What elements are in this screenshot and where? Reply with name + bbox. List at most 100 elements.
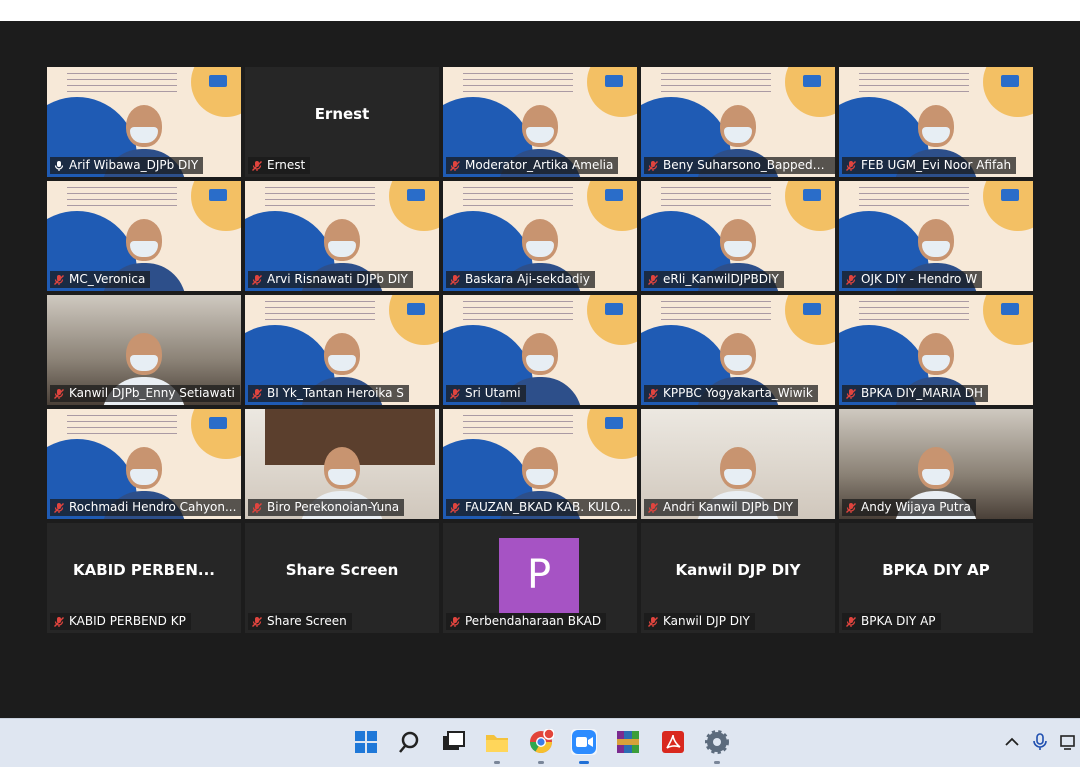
participant-tile[interactable]: Kanwil DJP DIY Kanwil DJP DIY <box>641 523 835 633</box>
participant-name: Rochmadi Hendro Cahyon... <box>69 500 237 514</box>
participant-tile[interactable]: Arvi Risnawati DJPb DIY <box>245 181 439 291</box>
muted-mic-icon <box>845 502 857 514</box>
participant-name-label: Ernest <box>248 157 311 174</box>
window-top-bar <box>0 0 1080 21</box>
participant-tile[interactable]: FAUZAN_BKAD KAB. KULO... <box>443 409 637 519</box>
participant-name-label: Kanwil DJP DIY <box>644 613 755 630</box>
participant-tile[interactable]: BI Yk_Tantan Heroika S <box>245 295 439 405</box>
participant-tile[interactable]: BPKA DIY AP BPKA DIY AP <box>839 523 1033 633</box>
participant-tile[interactable]: P Perbendaharaan BKAD <box>443 523 637 633</box>
windows-start-icon[interactable] <box>353 729 379 755</box>
participant-tile[interactable]: Arif Wibawa_DJPb DIY <box>47 67 241 177</box>
participant-name: Arif Wibawa_DJPb DIY <box>69 158 199 172</box>
participant-name-label: Rochmadi Hendro Cahyon... <box>50 499 241 516</box>
muted-mic-icon <box>647 274 659 286</box>
participant-name: Kanwil DJPb_Enny Setiawati <box>69 386 235 400</box>
participant-name-label: Arif Wibawa_DJPb DIY <box>50 157 204 174</box>
chrome-icon[interactable] <box>528 728 555 764</box>
file-explorer-icon[interactable] <box>484 729 510 764</box>
chevron-up-icon[interactable] <box>1003 733 1021 751</box>
participant-tile[interactable]: Ernest Ernest <box>245 67 439 177</box>
participant-name: Share Screen <box>267 614 347 628</box>
task-view-icon[interactable] <box>440 729 466 755</box>
participant-display-name: BPKA DIY AP <box>882 561 990 579</box>
participant-name-label: BPKA DIY_MARIA DH <box>842 385 988 402</box>
participant-name: KABID PERBEND KP <box>69 614 186 628</box>
participant-name: Biro Perekonoian-Yuna <box>267 500 400 514</box>
participant-display-name: Kanwil DJP DIY <box>675 561 801 579</box>
participant-tile[interactable]: MC_Veronica <box>47 181 241 291</box>
muted-mic-icon <box>53 502 65 514</box>
muted-mic-icon <box>647 388 659 400</box>
search-icon[interactable] <box>397 729 423 755</box>
participant-name: OJK DIY - Hendro W <box>861 272 978 286</box>
participant-name-label: Andy Wijaya Putra <box>842 499 976 516</box>
participant-tile[interactable]: Biro Perekonoian-Yuna <box>245 409 439 519</box>
participant-display-name: KABID PERBEN... <box>72 561 216 579</box>
participant-tile[interactable]: eRli_KanwilDJPBDIY <box>641 181 835 291</box>
muted-mic-icon <box>449 160 461 172</box>
participant-name: MC_Veronica <box>69 272 146 286</box>
microphone-icon[interactable] <box>1031 733 1049 751</box>
participant-name: Moderator_Artika Amelia <box>465 158 614 172</box>
participant-name: Arvi Risnawati DJPb DIY <box>267 272 408 286</box>
participant-name: Andy Wijaya Putra <box>861 500 971 514</box>
acrobat-icon[interactable] <box>660 729 686 755</box>
muted-mic-icon <box>53 274 65 286</box>
participant-name-label: BPKA DIY AP <box>842 613 941 630</box>
muted-mic-icon <box>53 616 65 628</box>
participant-display-name: Share Screen <box>285 561 399 579</box>
participant-name: BPKA DIY AP <box>861 614 936 628</box>
participant-tile[interactable]: Andy Wijaya Putra <box>839 409 1033 519</box>
windows-taskbar <box>0 718 1080 767</box>
participant-tile[interactable]: Rochmadi Hendro Cahyon... <box>47 409 241 519</box>
participant-name-label: Beny Suharsono_Bappeda ... <box>644 157 835 174</box>
participant-name-label: Arvi Risnawati DJPb DIY <box>248 271 413 288</box>
zoom-icon[interactable] <box>571 729 597 764</box>
participant-tile[interactable]: OJK DIY - Hendro W <box>839 181 1033 291</box>
muted-mic-icon <box>449 616 461 628</box>
participant-name: FAUZAN_BKAD KAB. KULO... <box>465 500 631 514</box>
participant-tile[interactable]: KABID PERBEN... KABID PERBEND KP <box>47 523 241 633</box>
participant-name-label: eRli_KanwilDJPBDIY <box>644 271 784 288</box>
participant-tile[interactable]: Baskara Aji-sekdadiy <box>443 181 637 291</box>
participant-tile[interactable]: Andri Kanwil DJPb DIY <box>641 409 835 519</box>
participant-name-label: Sri Utami <box>446 385 526 402</box>
participant-name-label: Perbendaharaan BKAD <box>446 613 607 630</box>
muted-mic-icon <box>251 388 263 400</box>
participant-tile[interactable]: Sri Utami <box>443 295 637 405</box>
gallery-grid: Arif Wibawa_DJPb DIY Ernest Ernest Moderato… <box>47 67 1033 634</box>
participant-name-label: KABID PERBEND KP <box>50 613 191 630</box>
participant-name: Ernest <box>267 158 306 172</box>
participant-tile[interactable]: Share Screen Share Screen <box>245 523 439 633</box>
muted-mic-icon <box>449 388 461 400</box>
muted-mic-icon <box>647 616 659 628</box>
muted-mic-icon <box>449 502 461 514</box>
participant-name-label: Andri Kanwil DJPb DIY <box>644 499 798 516</box>
muted-mic-icon <box>251 160 263 172</box>
participant-tile[interactable]: Kanwil DJPb_Enny Setiawati <box>47 295 241 405</box>
muted-mic-icon <box>647 502 659 514</box>
participant-name: Perbendaharaan BKAD <box>465 614 602 628</box>
muted-mic-icon <box>251 616 263 628</box>
network-icon[interactable] <box>1059 733 1077 751</box>
participant-tile[interactable]: BPKA DIY_MARIA DH <box>839 295 1033 405</box>
participant-name: KPPBC Yogyakarta_Wiwik <box>663 386 813 400</box>
muted-mic-icon <box>251 274 263 286</box>
settings-icon[interactable] <box>704 729 730 764</box>
participant-name: FEB UGM_Evi Noor Afifah <box>861 158 1012 172</box>
participant-tile[interactable]: FEB UGM_Evi Noor Afifah <box>839 67 1033 177</box>
participant-name-label: FAUZAN_BKAD KAB. KULO... <box>446 499 636 516</box>
participant-tile[interactable]: Moderator_Artika Amelia <box>443 67 637 177</box>
muted-mic-icon <box>845 274 857 286</box>
participant-name-label: Biro Perekonoian-Yuna <box>248 499 405 516</box>
participant-tile[interactable]: Beny Suharsono_Bappeda ... <box>641 67 835 177</box>
participant-name: eRli_KanwilDJPBDIY <box>663 272 779 286</box>
participant-name-label: FEB UGM_Evi Noor Afifah <box>842 157 1017 174</box>
participant-name-label: Moderator_Artika Amelia <box>446 157 619 174</box>
participant-name-label: Share Screen <box>248 613 352 630</box>
avatar: P <box>499 538 579 613</box>
participant-tile[interactable]: KPPBC Yogyakarta_Wiwik <box>641 295 835 405</box>
winrar-icon[interactable] <box>615 729 641 755</box>
participant-name-label: KPPBC Yogyakarta_Wiwik <box>644 385 818 402</box>
